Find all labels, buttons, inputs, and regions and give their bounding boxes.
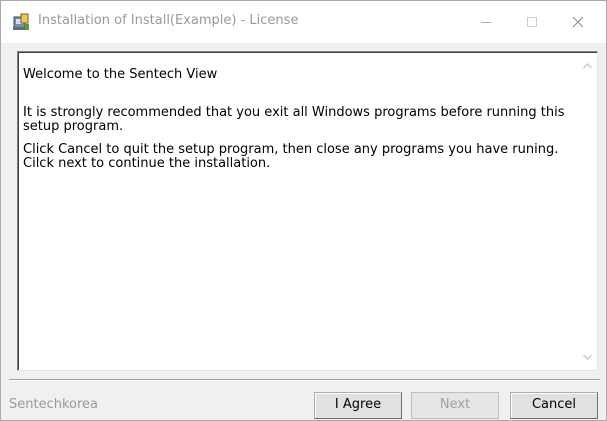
title-bar[interactable]: Installation of Install(Example) - Licen… — [1, 1, 606, 43]
cancel-button[interactable]: Cancel — [510, 392, 598, 419]
maximize-icon — [527, 17, 537, 27]
recommendation-text: It is strongly recommended that you exit… — [23, 105, 565, 134]
license-content: Welcome to the Sentech View It is strong… — [23, 68, 578, 171]
installer-window: Installation of Install(Example) - Licen… — [0, 0, 607, 421]
installer-icon — [12, 13, 30, 31]
chevron-up-icon — [583, 62, 592, 68]
scroll-up-button[interactable] — [579, 57, 596, 74]
close-button[interactable] — [555, 1, 601, 43]
maximize-button[interactable] — [509, 1, 555, 43]
chevron-down-icon — [583, 354, 592, 360]
license-text-area[interactable]: Welcome to the Sentech View It is strong… — [17, 51, 598, 371]
agree-button[interactable]: I Agree — [314, 392, 402, 419]
footer-divider — [9, 379, 600, 381]
window-title: Installation of Install(Example) - Licen… — [38, 13, 299, 28]
instructions-text: Click Cancel to quit the setup program, … — [23, 142, 559, 171]
minimize-icon — [481, 22, 491, 23]
welcome-text: Welcome to the Sentech View — [23, 67, 218, 82]
minimize-button[interactable] — [463, 1, 509, 43]
close-icon — [572, 16, 584, 28]
scroll-down-button[interactable] — [579, 348, 596, 365]
brand-label: Sentechkorea — [9, 397, 99, 412]
next-button[interactable]: Next — [411, 392, 499, 419]
vertical-scrollbar[interactable] — [579, 53, 596, 369]
